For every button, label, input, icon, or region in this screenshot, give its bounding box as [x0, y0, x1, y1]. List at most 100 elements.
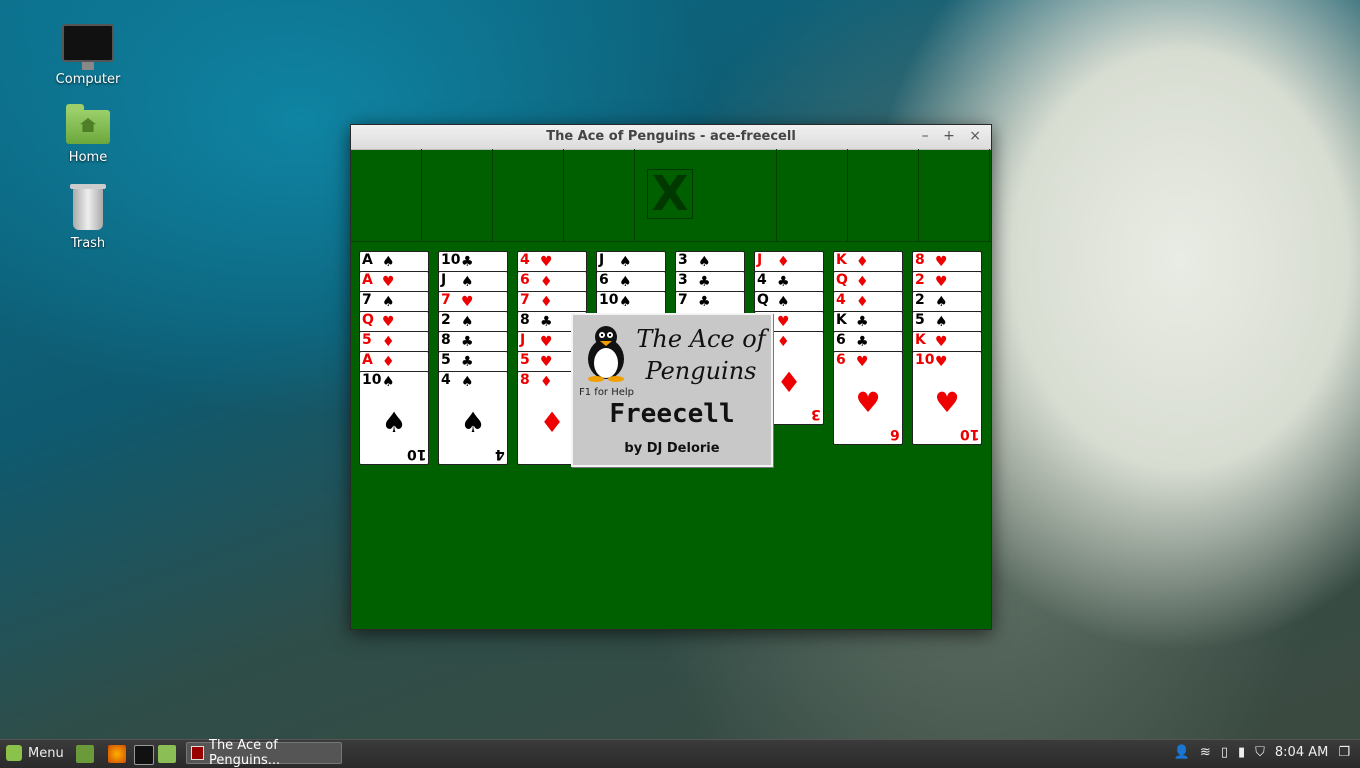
desktop-icon-label: Trash: [70, 236, 106, 251]
splash-help: F1 for Help: [579, 387, 635, 398]
card-rank: 8: [915, 252, 925, 268]
splash-game-name: Freecell: [609, 399, 735, 429]
terminal-icon[interactable]: [134, 745, 154, 765]
user-icon[interactable]: 👤: [1174, 745, 1190, 760]
card-suit-icon: ♦: [540, 374, 553, 390]
free-cell[interactable]: [351, 149, 422, 241]
sound-icon[interactable]: ▯: [1221, 745, 1228, 760]
card-suit-icon: ♥: [934, 386, 960, 419]
card-suit-icon: ♣: [856, 314, 869, 330]
card-suit-icon: ♥: [777, 314, 790, 330]
card-suit-icon: ♥: [540, 334, 553, 350]
taskbar-window-label: The Ace of Penguins...: [209, 738, 281, 768]
card-suit-icon: ♠: [460, 406, 486, 439]
card-suit-icon: ♥: [935, 334, 948, 350]
card-rank: 10: [441, 252, 461, 268]
card-suit-icon: ♠: [698, 254, 711, 270]
splash-dialog[interactable]: The Ace of Penguins F1 for Help Freecell…: [571, 313, 773, 467]
card-suit-icon: ♠: [461, 374, 474, 390]
menu-label: Menu: [28, 745, 64, 761]
shield-icon[interactable]: ⛉: [1255, 745, 1265, 760]
card-suit-icon: ♦: [856, 294, 869, 310]
card-rank: 10: [915, 352, 935, 368]
card-rank: 8: [520, 372, 530, 388]
free-cell[interactable]: [422, 149, 493, 241]
taskbar-window-button[interactable]: The Ace of Penguins...: [186, 738, 342, 768]
battery-icon[interactable]: ▮: [1238, 745, 1245, 760]
workspace-icon[interactable]: ❐: [1338, 745, 1350, 760]
clock[interactable]: 8:04 AM: [1275, 745, 1328, 760]
playing-card[interactable]: 6 ♥ ♥ 6: [833, 351, 903, 445]
card-suit-icon: ♥: [856, 354, 869, 370]
show-desktop-icon[interactable]: [76, 745, 94, 763]
playing-card[interactable]: 10 ♥ ♥ 10: [912, 351, 982, 445]
desktop-icon-label: Home: [68, 150, 108, 165]
wifi-icon[interactable]: ≋: [1200, 745, 1211, 760]
card-rank: 10: [362, 372, 382, 388]
card-rank: 7: [441, 292, 451, 308]
card-rank: 6: [836, 332, 846, 348]
splash-title: The Ace of Penguins: [636, 325, 766, 385]
card-rank: 4: [495, 446, 505, 462]
trash-icon: [70, 184, 106, 230]
close-button[interactable]: ×: [969, 128, 981, 144]
home-x-icon[interactable]: X: [647, 169, 693, 219]
minimize-button[interactable]: –: [922, 128, 929, 144]
card-suit-icon: ♠: [935, 294, 948, 310]
menu-button[interactable]: Menu: [6, 745, 64, 761]
app-icon: [191, 746, 204, 760]
card-rank: 8: [441, 332, 451, 348]
card-rank: 10: [959, 426, 979, 442]
card-rank: 3: [678, 252, 688, 268]
card-rank: K: [836, 252, 847, 268]
card-rank: 7: [678, 292, 688, 308]
card-suit-icon: ♣: [461, 334, 474, 350]
maximize-button[interactable]: +: [943, 128, 955, 144]
desktop-icon-computer[interactable]: Computer: [48, 24, 128, 87]
playing-card[interactable]: 10♠♠10: [359, 371, 429, 465]
card-rank: 7: [520, 292, 530, 308]
window-titlebar[interactable]: The Ace of Penguins - ace-freecell – + ×: [351, 125, 991, 150]
card-suit-icon: ♠: [381, 406, 407, 439]
card-rank: Q: [757, 292, 769, 308]
free-cell[interactable]: [493, 149, 564, 241]
card-suit-icon: ♥: [461, 294, 474, 310]
card-suit-icon: ♦: [777, 254, 790, 270]
playing-card[interactable]: 4 ♠ ♠ 4: [438, 371, 508, 465]
card-rank: Q: [362, 312, 374, 328]
window-title: The Ace of Penguins - ace-freecell: [546, 129, 796, 144]
card-suit-icon: ♦: [540, 274, 553, 290]
mint-logo-icon: [6, 745, 22, 761]
penguin-icon: [588, 326, 624, 382]
card-rank: 6: [520, 272, 530, 288]
card-rank: 7: [362, 292, 372, 308]
desktop-icon-home[interactable]: Home: [48, 104, 128, 165]
card-rank: 4: [520, 252, 530, 268]
card-suit-icon: ♥: [540, 354, 553, 370]
card-rank: 3: [811, 406, 821, 422]
card-suit-icon: ♦: [777, 334, 790, 350]
card-suit-icon: ♣: [698, 274, 711, 290]
card-rank: K: [915, 332, 926, 348]
foundation-cell[interactable]: [706, 149, 777, 241]
foundation-cell[interactable]: [848, 149, 919, 241]
foundation-cell[interactable]: [777, 149, 848, 241]
firefox-icon[interactable]: [108, 745, 126, 763]
freecell-window: The Ace of Penguins - ace-freecell – + ×…: [350, 124, 992, 630]
card-suit-icon: ♠: [382, 254, 395, 270]
card-suit-icon: ♠: [461, 314, 474, 330]
card-suit-icon: ♠: [461, 274, 474, 290]
card-rank: 4: [441, 372, 451, 388]
card-rank: J: [520, 332, 526, 348]
card-suit-icon: ♣: [856, 334, 869, 350]
free-cell[interactable]: [564, 149, 635, 241]
card-rank: J: [441, 272, 447, 288]
foundation-cell[interactable]: [919, 149, 990, 241]
files-icon[interactable]: [158, 745, 176, 763]
card-suit-icon: ♦: [382, 354, 395, 370]
card-suit-icon: ♦: [540, 294, 553, 310]
desktop-icon-trash[interactable]: Trash: [48, 184, 128, 251]
card-suit-icon: ♦: [856, 274, 869, 290]
card-rank: 6: [890, 426, 900, 442]
card-suit-icon: ♥: [935, 254, 948, 270]
